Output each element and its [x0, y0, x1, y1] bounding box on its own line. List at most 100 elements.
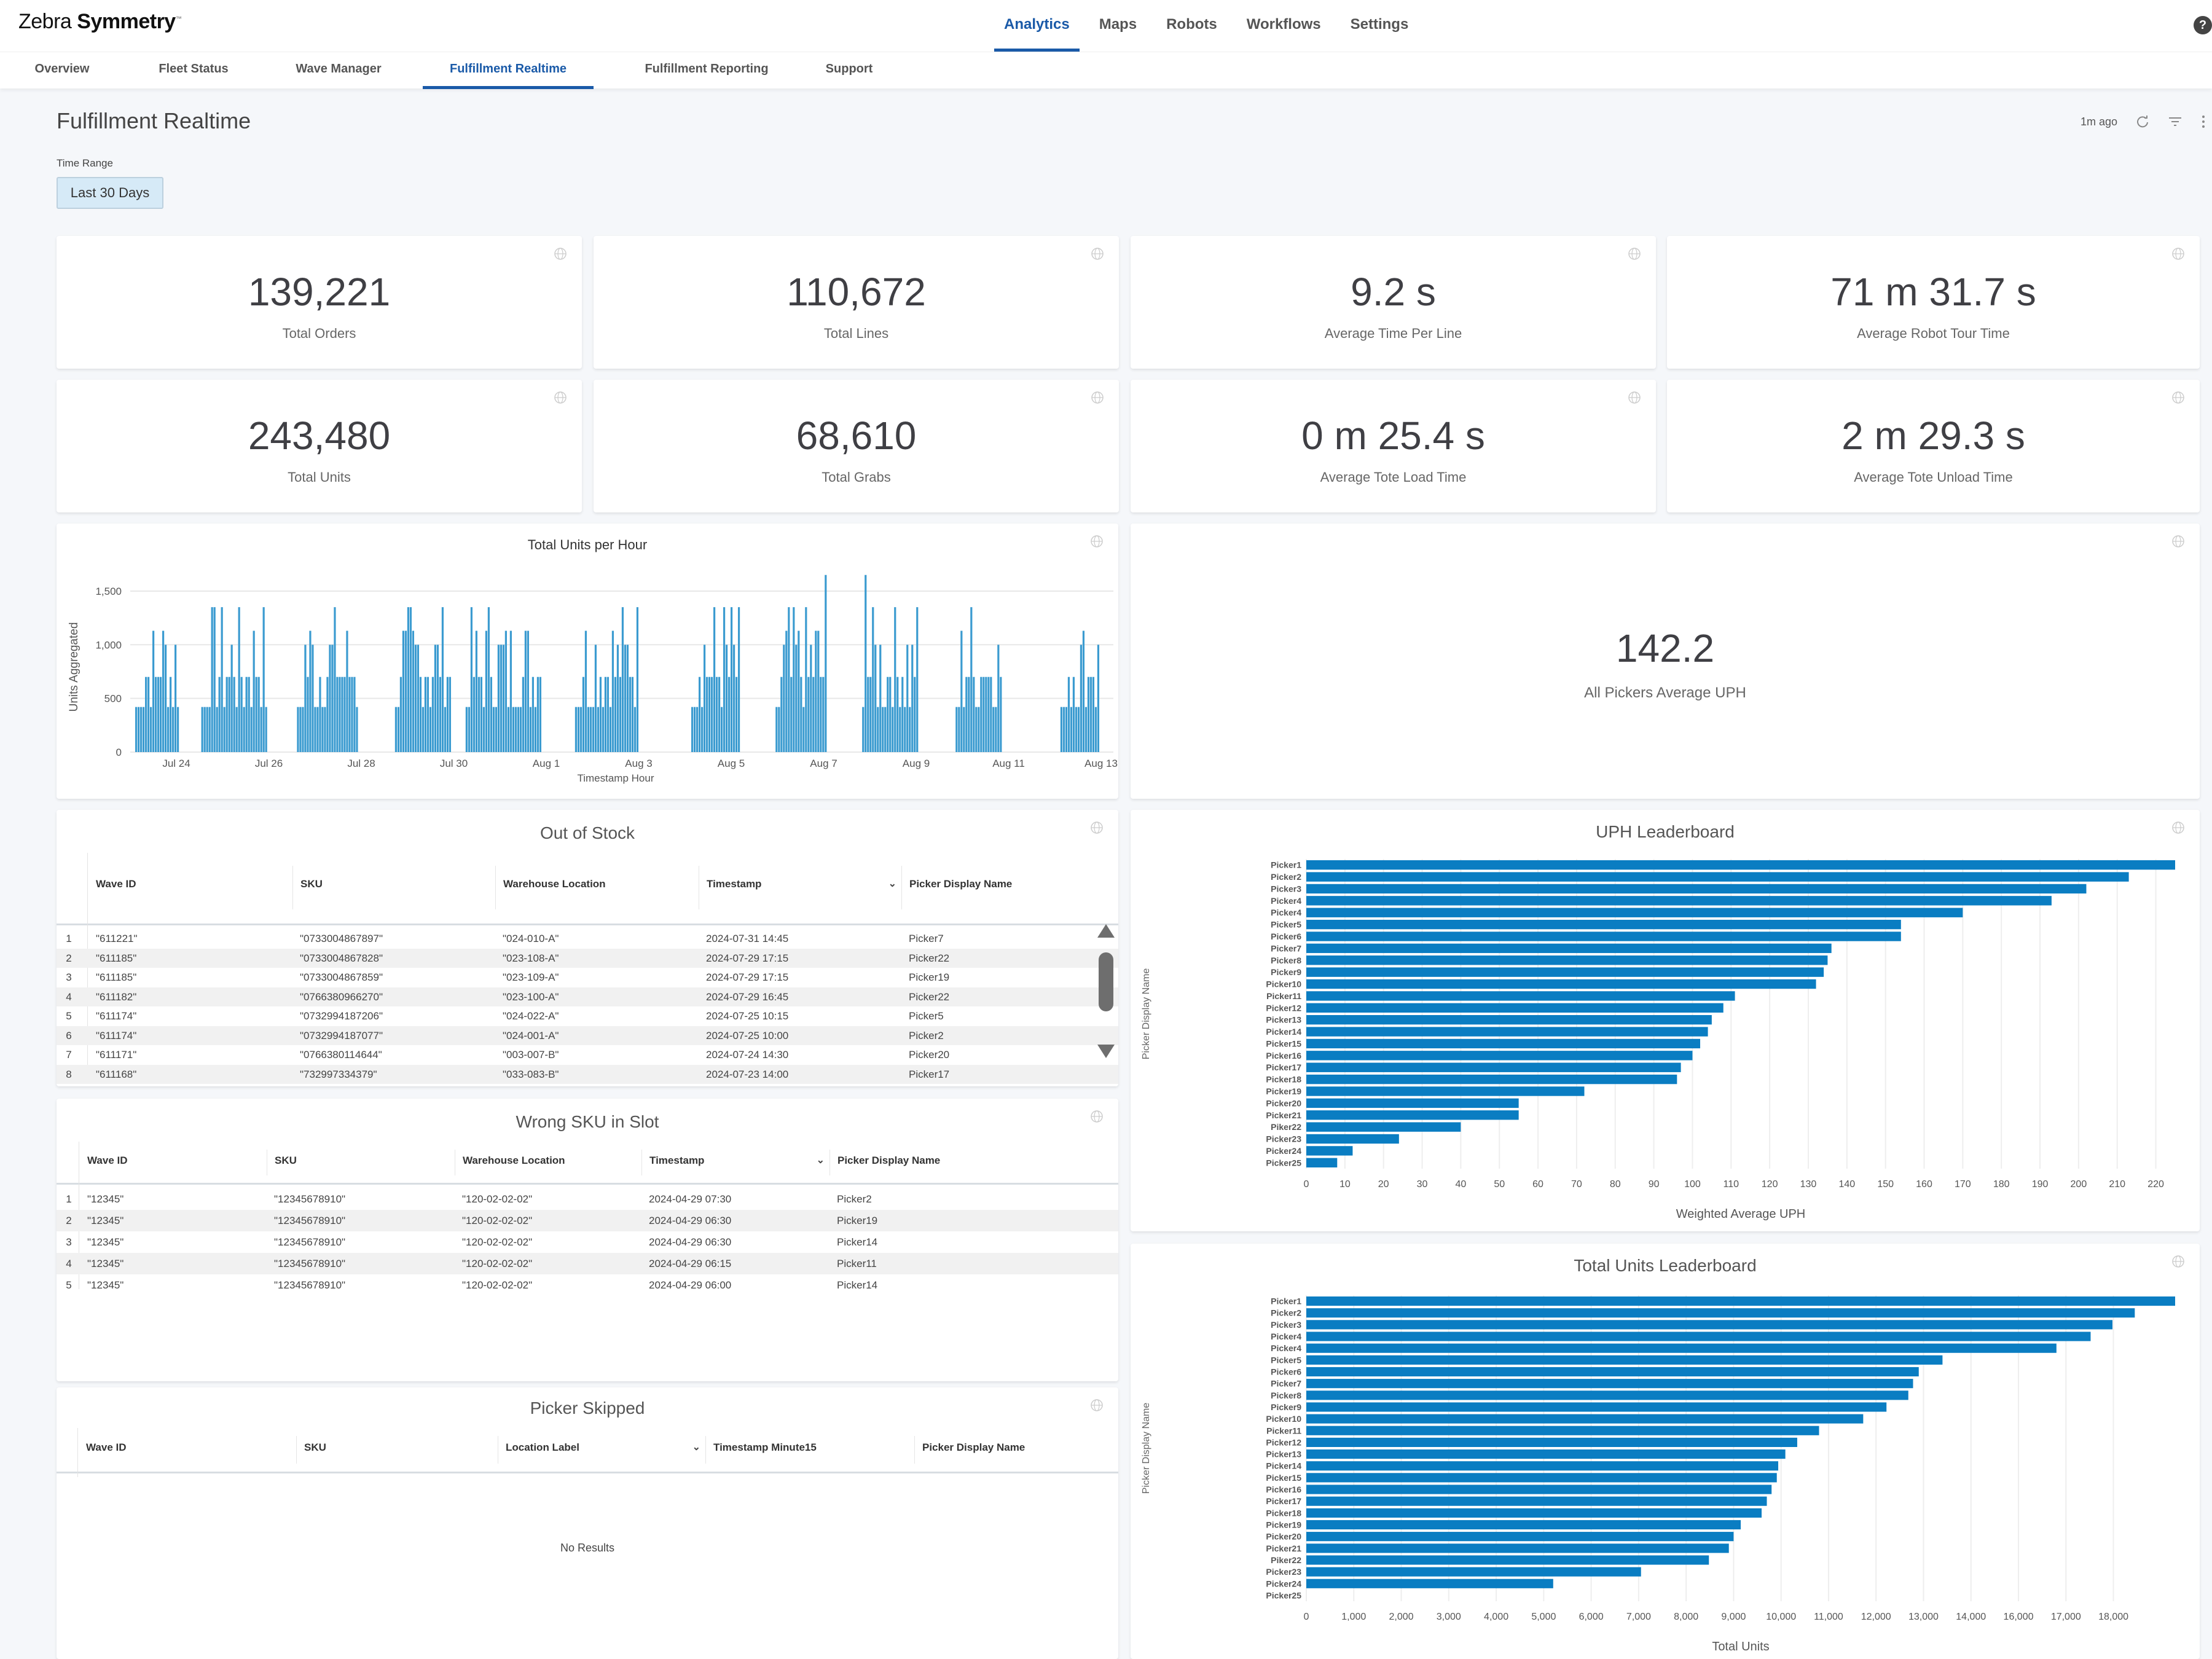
leaderboard-bar[interactable]	[1306, 860, 2175, 870]
column-header[interactable]: Timestamp Minute15	[705, 1436, 914, 1464]
column-header[interactable]: Wave ID	[80, 1150, 267, 1175]
globe-icon[interactable]	[1091, 247, 1104, 261]
globe-icon[interactable]	[1090, 821, 1104, 834]
leaderboard-bar[interactable]	[1306, 884, 2087, 894]
leaderboard-bar[interactable]	[1306, 1122, 1461, 1132]
tab-overview[interactable]: Overview	[34, 52, 90, 89]
more-options-icon[interactable]	[2201, 114, 2206, 129]
leaderboard-bar[interactable]	[1306, 1367, 1919, 1377]
sort-chevron-icon[interactable]: ⌄	[692, 1436, 700, 1459]
globe-icon[interactable]	[1628, 391, 1641, 404]
column-header[interactable]: Warehouse Location	[495, 866, 699, 910]
globe-icon[interactable]	[1628, 247, 1641, 261]
table-row[interactable]: 5 "12345" "12345678910" "120-02-02-02" 2024-…	[57, 1274, 1118, 1296]
table-row[interactable]: 3 "12345" "12345678910" "120-02-02-02" 2024-…	[57, 1231, 1118, 1253]
leaderboard-bar[interactable]	[1306, 1473, 1777, 1483]
leaderboard-bar[interactable]	[1306, 1003, 1724, 1013]
leaderboard-bar[interactable]	[1306, 1146, 1353, 1156]
leaderboard-bar[interactable]	[1306, 1027, 1708, 1037]
tab-wave-manager[interactable]: Wave Manager	[291, 52, 386, 89]
tab-fulfillment-realtime[interactable]: Fulfillment Realtime	[423, 52, 594, 89]
table-row[interactable]: 5 "611174" "0732994187206" "024-022-A" 2024-…	[57, 1006, 1118, 1026]
leaderboard-bar[interactable]	[1306, 1158, 1338, 1167]
leaderboard-bar[interactable]	[1306, 1308, 2135, 1318]
leaderboard-bar[interactable]	[1306, 1390, 1908, 1400]
nav-workflows[interactable]: Workflows	[1232, 0, 1336, 52]
leaderboard-bar[interactable]	[1306, 1414, 1864, 1424]
globe-icon[interactable]	[1090, 1110, 1104, 1123]
leaderboard-bar[interactable]	[1306, 955, 1828, 965]
leaderboard-bar[interactable]	[1306, 908, 1963, 917]
leaderboard-bar[interactable]	[1306, 1015, 1712, 1025]
leaderboard-bar[interactable]	[1306, 1296, 2175, 1306]
leaderboard-bar[interactable]	[1306, 1379, 1913, 1389]
nav-settings[interactable]: Settings	[1336, 0, 1424, 52]
leaderboard-bar[interactable]	[1306, 1532, 1734, 1542]
tab-fulfillment-reporting[interactable]: Fulfillment Reporting	[633, 52, 780, 89]
leaderboard-bar[interactable]	[1306, 1098, 1519, 1108]
table-row[interactable]: 4 "611182" "0766380966270" "023-100-A" 2024-…	[57, 987, 1118, 1006]
scroll-up-arrow[interactable]	[1097, 924, 1115, 938]
globe-icon[interactable]	[2171, 535, 2185, 548]
leaderboard-bar[interactable]	[1306, 1555, 1709, 1565]
leaderboard-bar[interactable]	[1306, 1110, 1519, 1120]
table-row[interactable]: 2 "611185" "0733004867828" "023-108-A" 2024-…	[57, 948, 1118, 968]
column-header[interactable]: Picker Display Name	[914, 1436, 1089, 1464]
table-row[interactable]: 7 "611171" "0766380114644" "003-007-B" 2024-…	[57, 1045, 1118, 1065]
leaderboard-bar[interactable]	[1306, 943, 1832, 954]
column-header[interactable]: Wave ID	[88, 866, 292, 909]
column-header[interactable]: Location Label ⌄	[498, 1436, 705, 1464]
nav-analytics[interactable]: Analytics	[989, 0, 1084, 52]
globe-icon[interactable]	[1090, 1398, 1104, 1412]
leaderboard-bar[interactable]	[1306, 1355, 1943, 1365]
leaderboard-bar[interactable]	[1306, 872, 2129, 882]
leaderboard-bar[interactable]	[1306, 1567, 1641, 1577]
leaderboard-bar[interactable]	[1306, 1426, 1819, 1435]
tab-support[interactable]: Support	[823, 52, 875, 89]
leaderboard-bar[interactable]	[1306, 1320, 2113, 1330]
column-header[interactable]: SKU	[267, 1149, 455, 1175]
table-row[interactable]: 8 "611168" "732997334379" "033-083-B" 2024-0…	[57, 1064, 1118, 1084]
scroll-down-arrow[interactable]	[1097, 1045, 1115, 1058]
table-row[interactable]: 6 "611174" "0732994187077" "024-001-A" 2024-…	[57, 1026, 1118, 1045]
leaderboard-bar[interactable]	[1306, 1579, 1553, 1588]
leaderboard-bar[interactable]	[1306, 979, 1816, 989]
leaderboard-bar[interactable]	[1306, 1496, 1767, 1506]
leaderboard-bar[interactable]	[1306, 1461, 1779, 1471]
leaderboard-bar[interactable]	[1306, 1332, 2091, 1341]
leaderboard-bar[interactable]	[1306, 1134, 1399, 1144]
globe-icon[interactable]	[2171, 391, 2185, 404]
nav-robots[interactable]: Robots	[1151, 0, 1232, 52]
help-icon[interactable]: ?	[2194, 16, 2212, 34]
leaderboard-bar[interactable]	[1306, 967, 1824, 977]
leaderboard-bar[interactable]	[1306, 1038, 1701, 1049]
globe-icon[interactable]	[554, 247, 567, 261]
filter-icon[interactable]	[2168, 115, 2183, 128]
leaderboard-bar[interactable]	[1306, 931, 1901, 941]
table-row[interactable]: 1 "12345" "12345678910" "120-02-02-02" 2024-…	[57, 1188, 1118, 1210]
globe-icon[interactable]	[554, 391, 567, 404]
column-header[interactable]: Picker Display Name	[901, 866, 1089, 910]
sort-chevron-icon[interactable]: ⌄	[817, 1150, 825, 1171]
column-header[interactable]: Warehouse Location	[455, 1149, 641, 1175]
leaderboard-bar[interactable]	[1306, 1051, 1693, 1061]
tab-fleet-status[interactable]: Fleet Status	[154, 52, 233, 89]
leaderboard-bar[interactable]	[1306, 1484, 1772, 1494]
leaderboard-bar[interactable]	[1306, 1449, 1786, 1459]
column-header[interactable]: Timestamp ⌄	[699, 866, 901, 910]
leaderboard-bar[interactable]	[1306, 896, 2052, 906]
leaderboard-bar[interactable]	[1306, 1402, 1887, 1412]
leaderboard-bar[interactable]	[1306, 1062, 1681, 1072]
leaderboard-bar[interactable]	[1306, 1520, 1741, 1530]
table-row[interactable]: 3 "611185" "0733004867859" "023-109-A" 2024-…	[57, 968, 1118, 987]
leaderboard-bar[interactable]	[1306, 1074, 1677, 1084]
refresh-icon[interactable]	[2136, 115, 2149, 128]
sort-chevron-icon[interactable]: ⌄	[888, 866, 896, 902]
globe-icon[interactable]	[1091, 391, 1104, 404]
leaderboard-bar[interactable]	[1306, 1508, 1762, 1518]
table-row[interactable]: 1 "611221" "0733004867897" "024-010-A" 2024-…	[57, 929, 1118, 949]
nav-maps[interactable]: Maps	[1084, 0, 1151, 52]
column-header[interactable]: Wave ID	[79, 1436, 296, 1463]
leaderboard-bar[interactable]	[1306, 991, 1735, 1001]
scrollbar-thumb[interactable]	[1099, 952, 1113, 1011]
